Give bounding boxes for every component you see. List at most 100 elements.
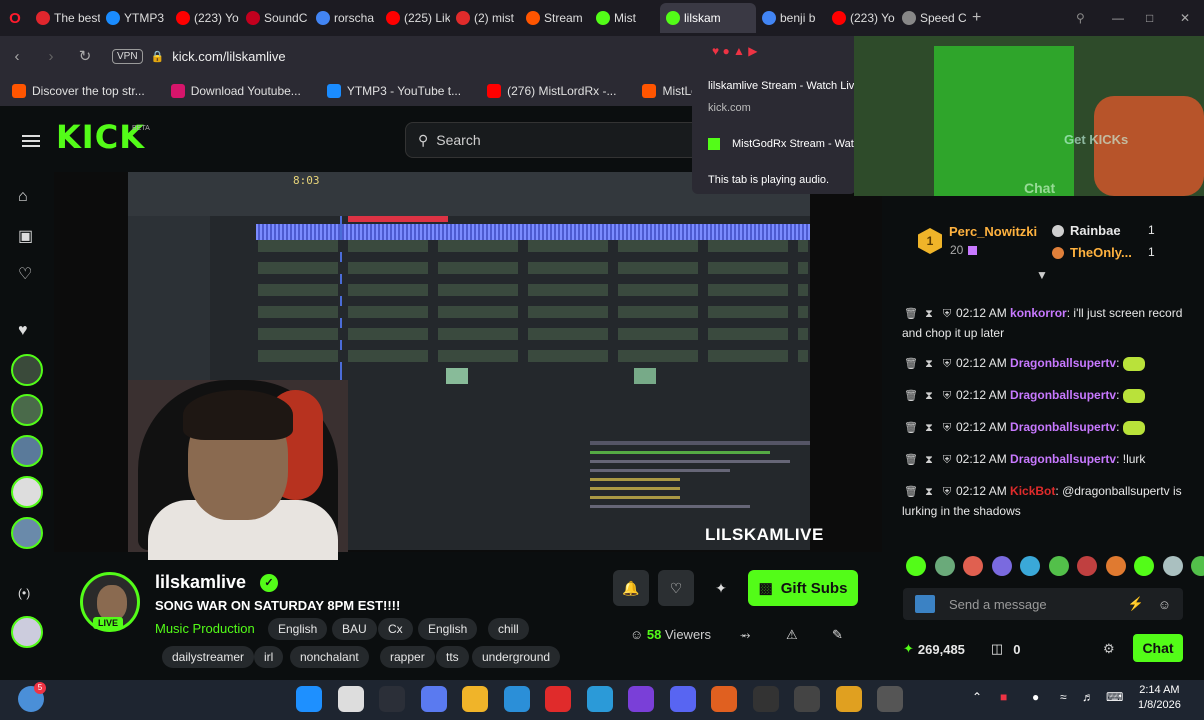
mod-shield-icon[interactable]: ⛨ — [938, 483, 956, 502]
delete-message-icon[interactable]: 🗑 — [902, 355, 920, 374]
reload-icon[interactable]: ↻ — [68, 47, 102, 65]
search-input[interactable]: ⚲ Search — [405, 122, 705, 158]
bookmark-item[interactable]: Download Youtube... — [170, 84, 301, 98]
taskbar-app-icon[interactable] — [462, 686, 488, 712]
minimize-icon[interactable]: — — [1112, 11, 1124, 25]
gift-count[interactable]: 0 — [1013, 642, 1020, 657]
delete-message-icon[interactable]: 🗑 — [902, 483, 920, 502]
browser-tab[interactable]: (223) Yo — [170, 3, 240, 33]
report-icon[interactable]: ⚠ — [786, 627, 798, 643]
sidebar-channel-avatar[interactable] — [11, 354, 43, 386]
taskbar-app-icon[interactable] — [628, 686, 654, 712]
share-icon[interactable]: ⥇ — [740, 627, 750, 643]
notifications-button[interactable]: 🔔 — [613, 570, 649, 606]
sidebar-channel-avatar[interactable] — [11, 435, 43, 467]
home-icon[interactable]: ⌂ — [18, 188, 28, 206]
following-icon[interactable]: ♡ — [18, 264, 32, 284]
mod-shield-icon[interactable]: ⛨ — [938, 451, 956, 470]
taskbar-app-icon[interactable] — [545, 686, 571, 712]
stream-tag[interactable]: underground — [472, 646, 561, 668]
quick-emote-icon[interactable] — [1048, 556, 1069, 576]
microphone-icon[interactable]: ● — [1032, 690, 1039, 704]
quick-emote-icon[interactable] — [1162, 556, 1183, 576]
expand-leaderboard-icon[interactable]: ▼ — [1036, 268, 1048, 282]
browser-tab[interactable]: rorscha — [310, 3, 380, 33]
leaderboard-first-name[interactable]: Perc_Nowitzki — [949, 224, 1037, 239]
taskbar-app-icon[interactable] — [877, 686, 903, 712]
clip-icon[interactable]: ✎ — [832, 627, 843, 643]
chat-message[interactable]: 🗑 ⧗ ⛨ 02:12 AM Dragonballsupertv: — [902, 418, 1192, 438]
browser-tab[interactable]: (2) mist — [450, 3, 520, 33]
wifi-icon[interactable]: ≈ — [1060, 690, 1067, 704]
new-tab-icon[interactable]: + — [972, 9, 981, 27]
chat-settings-icon[interactable]: ⚙ — [1103, 641, 1115, 657]
taskbar-app-icon[interactable] — [711, 686, 737, 712]
quick-emote-icon[interactable] — [963, 556, 983, 576]
hamburger-menu-icon[interactable] — [22, 132, 40, 150]
sidebar-channel-avatar[interactable] — [11, 616, 43, 648]
delete-message-icon[interactable]: 🗑 — [902, 419, 920, 438]
volume-icon[interactable]: ♬ — [1082, 690, 1094, 704]
stream-tag[interactable]: English — [268, 618, 328, 640]
stream-tag[interactable]: chill — [488, 618, 529, 640]
quick-emote-icon[interactable] — [1020, 556, 1040, 576]
message-username[interactable]: Dragonballsupertv — [1010, 356, 1116, 370]
close-window-icon[interactable]: ✕ — [1180, 11, 1190, 25]
browser-tab[interactable]: The best — [30, 3, 100, 33]
delete-message-icon[interactable]: 🗑 — [902, 305, 920, 324]
taskbar-app-icon[interactable] — [503, 686, 530, 712]
gift-subs-button[interactable]: ▩ Gift Subs — [748, 570, 858, 606]
taskbar-clock[interactable]: 2:14 AM 1/8/2026 — [1138, 683, 1181, 713]
browser-tab[interactable]: Stream — [520, 3, 590, 33]
message-username[interactable]: Dragonballsupertv — [1010, 388, 1116, 402]
taskbar-app-icon[interactable] — [420, 686, 447, 712]
stream-tag[interactable]: nonchalant — [290, 646, 369, 668]
mod-shield-icon[interactable]: ⛨ — [938, 419, 956, 438]
message-username[interactable]: KickBot — [1010, 484, 1055, 498]
stream-tag[interactable]: irl — [254, 646, 284, 668]
leaderboard-third-name[interactable]: TheOnly... — [1070, 245, 1132, 260]
stream-tag[interactable]: Cx — [378, 618, 413, 640]
favorites-heart-icon[interactable]: ♥ — [18, 322, 28, 340]
quick-emote-icon[interactable] — [1191, 556, 1204, 576]
browser-tab[interactable]: Mist — [590, 3, 660, 33]
timeout-icon[interactable]: ⧗ — [920, 451, 938, 470]
slash-commands-icon[interactable]: ⚡ — [1128, 596, 1144, 612]
browser-tab[interactable]: (223) Yo — [826, 3, 896, 33]
chat-message[interactable]: 🗑 ⧗ ⛨ 02:12 AM KickBot: @dragonballsupertv … — [902, 482, 1192, 521]
bookmark-item[interactable]: Discover the top str... — [12, 84, 145, 98]
channel-points[interactable]: 269,485 — [918, 642, 965, 657]
stream-tag[interactable]: tts — [436, 646, 469, 668]
browser-tab[interactable]: (225) Lik — [380, 3, 450, 33]
opera-logo-icon[interactable]: O — [0, 10, 30, 27]
stream-tag[interactable]: rapper — [380, 646, 435, 668]
sidebar-channel-avatar[interactable] — [11, 517, 43, 549]
browser-tab[interactable]: YTMP3 — [100, 3, 170, 33]
tray-chevron-icon[interactable]: ⌃ — [972, 690, 982, 704]
quick-emote-icon[interactable] — [991, 556, 1012, 576]
sidebar-channel-avatar[interactable] — [11, 476, 43, 508]
browser-tab[interactable]: lilskam — [660, 3, 756, 33]
sidebar-channel-avatar[interactable] — [11, 394, 43, 426]
emote-picker-icon[interactable] — [915, 595, 935, 613]
browser-tab[interactable]: benji b — [756, 3, 826, 33]
taskbar-app-icon[interactable] — [835, 686, 862, 712]
forward-icon[interactable]: › — [34, 48, 68, 65]
taskbar-app-icon[interactable] — [669, 686, 696, 712]
follow-button[interactable]: ♡ — [658, 570, 694, 606]
mod-shield-icon[interactable]: ⛨ — [938, 355, 956, 374]
quick-emote-icon[interactable] — [1077, 556, 1097, 576]
browse-icon[interactable]: ▣ — [18, 226, 33, 246]
back-icon[interactable]: ‹ — [0, 48, 34, 65]
bookmark-item[interactable]: (276) MistLordRx -... — [487, 84, 616, 98]
maximize-icon[interactable]: □ — [1146, 11, 1153, 25]
timeout-icon[interactable]: ⧗ — [920, 419, 938, 438]
quick-emote-icon[interactable] — [934, 556, 955, 576]
mod-shield-icon[interactable]: ⛨ — [938, 305, 956, 324]
chat-message[interactable]: 🗑 ⧗ ⛨ 02:12 AM Dragonballsupertv: — [902, 354, 1192, 374]
stream-tag[interactable]: dailystreamer — [162, 646, 255, 668]
category-link[interactable]: Music Production — [155, 621, 255, 636]
emoji-icon[interactable]: ☺ — [1158, 597, 1171, 612]
timeout-icon[interactable]: ⧗ — [920, 483, 938, 502]
message-username[interactable]: Dragonballsupertv — [1010, 452, 1116, 466]
